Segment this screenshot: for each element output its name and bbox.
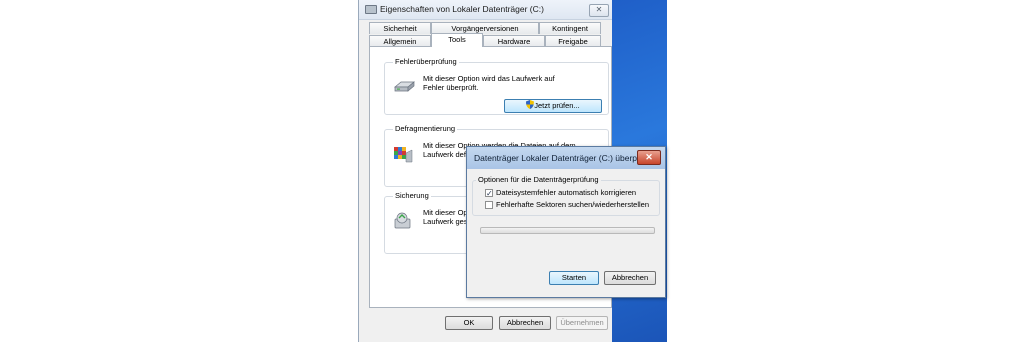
fix-errors-checkbox[interactable]: ✓	[485, 189, 493, 198]
fix-errors-label[interactable]: Dateisystemfehler automatisch korrigiere…	[496, 188, 636, 197]
dialog-cancel-button[interactable]: Abbrechen	[604, 271, 656, 285]
defrag-label: Defragmentierung	[393, 124, 458, 133]
drive-title-icon	[365, 5, 377, 14]
ok-button[interactable]: OK	[445, 316, 493, 330]
tab-sicherheit[interactable]: Sicherheit	[369, 22, 431, 34]
check-now-button[interactable]: Jetzt prüfen...	[504, 99, 602, 113]
check-disk-title: Datenträger Lokaler Datenträger (C:) übe…	[474, 153, 657, 163]
scan-sectors-checkbox[interactable]	[485, 201, 493, 209]
properties-close-button[interactable]: ✕	[589, 4, 609, 17]
check-options-group: Optionen für die Datenträgerprüfung ✓ Da…	[472, 175, 660, 216]
error-check-label: Fehlerüberprüfung	[393, 57, 459, 66]
start-button[interactable]: Starten	[549, 271, 599, 285]
error-check-group: Fehlerüberprüfung Mit dieser Option wird…	[384, 57, 609, 115]
apply-button[interactable]: Übernehmen	[556, 316, 608, 330]
check-disk-close-button[interactable]: ✕	[637, 150, 661, 165]
scan-sectors-label[interactable]: Fehlerhafte Sektoren suchen/wiederherste…	[496, 200, 649, 209]
check-disk-titlebar[interactable]: Datenträger Lokaler Datenträger (C:) übe…	[467, 147, 665, 169]
error-check-text-2: Fehler überprüft.	[423, 83, 479, 92]
backup-icon	[394, 212, 411, 229]
tab-kontingent[interactable]: Kontingent	[539, 22, 601, 34]
cancel-button[interactable]: Abbrechen	[499, 316, 551, 330]
backup-label: Sicherung	[393, 191, 431, 200]
check-now-label: Jetzt prüfen...	[534, 101, 580, 110]
defrag-icon	[394, 147, 413, 163]
check-disk-dialog: Datenträger Lokaler Datenträger (C:) übe…	[466, 146, 666, 298]
properties-title: Eigenschaften von Lokaler Datenträger (C…	[380, 4, 544, 14]
check-progress-bar	[480, 227, 655, 234]
check-options-label: Optionen für die Datenträgerprüfung	[476, 175, 601, 184]
error-check-text-1: Mit dieser Option wird das Laufwerk auf	[423, 74, 555, 83]
tab-tools[interactable]: Tools	[431, 33, 483, 47]
drive-icon	[394, 81, 415, 92]
properties-titlebar[interactable]: Eigenschaften von Lokaler Datenträger (C…	[359, 0, 612, 20]
